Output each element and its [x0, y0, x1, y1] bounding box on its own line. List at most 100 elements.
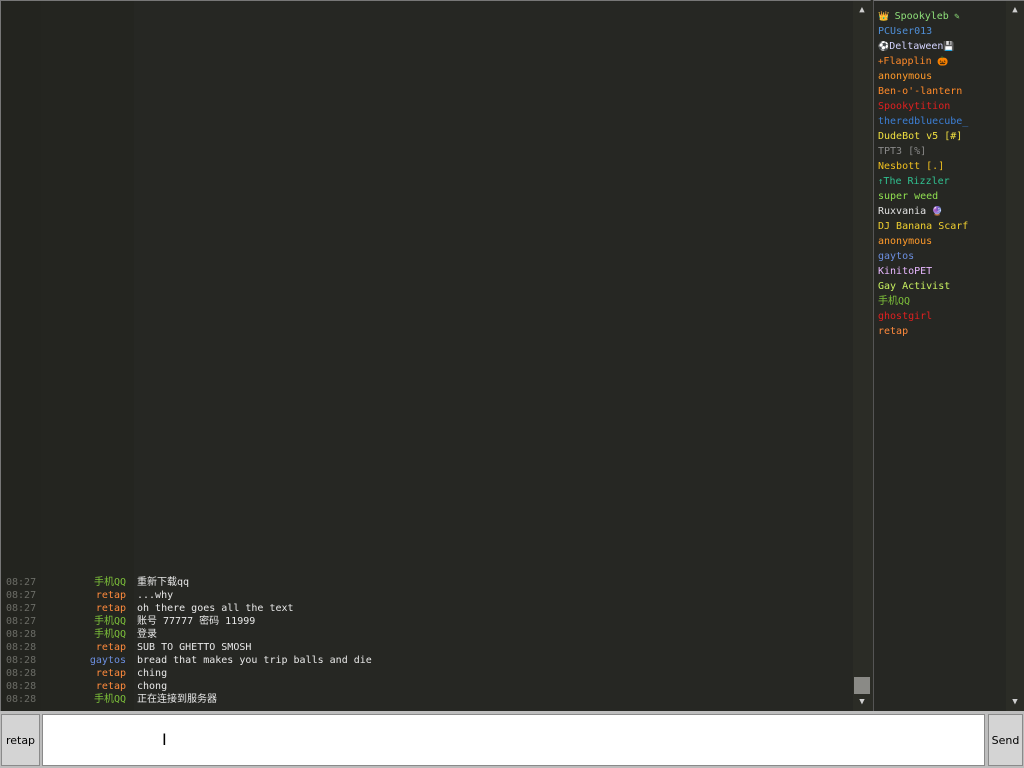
user-list-item[interactable]: 手机QQ: [878, 294, 1006, 309]
chat-message: 08:28 retap chong: [1, 680, 853, 693]
user-list-item[interactable]: PCUser013: [878, 24, 1006, 39]
message-time: 08:28: [6, 668, 37, 679]
user-name: anonymous: [878, 71, 933, 82]
user-name: Spookytition: [878, 101, 951, 112]
user-name: DJ Banana Scarf: [878, 221, 969, 232]
message-input[interactable]: I: [42, 714, 985, 766]
user-name: Ruxvania: [878, 206, 927, 217]
user-name: super weed: [878, 191, 939, 202]
send-button[interactable]: Send: [988, 714, 1023, 766]
user-name: TPT3 [%]: [878, 146, 927, 157]
message-time: 08:28: [6, 681, 37, 692]
message-text: SUB TO GHETTO SMOSH: [137, 642, 252, 653]
scroll-up-arrow-icon[interactable]: ▲: [1006, 3, 1024, 17]
user-list-item[interactable]: ⚽Deltaween💾: [878, 39, 1006, 54]
user-name: Spookyleb: [894, 11, 949, 22]
chat-scrollbar-thumb[interactable]: [854, 677, 870, 694]
user-list-item[interactable]: Gay Activist: [878, 279, 1006, 294]
text-cursor-icon: I: [162, 730, 167, 749]
message-author[interactable]: retap: [96, 589, 126, 602]
user-name: ghostgirl: [878, 311, 933, 322]
user-list-item[interactable]: ↑The Rizzler: [878, 174, 1006, 189]
scroll-down-arrow-icon[interactable]: ▼: [853, 695, 871, 709]
user-list-item[interactable]: ghostgirl: [878, 309, 1006, 324]
user-list-item[interactable]: 👑 Spookyleb ✎: [878, 9, 1006, 24]
user-list-item[interactable]: KinitoPET: [878, 264, 1006, 279]
user-list-item[interactable]: super weed: [878, 189, 1006, 204]
chat-message: 08:28 retap ching: [1, 667, 853, 680]
chat-scrollbar[interactable]: ▲ ▼: [853, 1, 871, 711]
user-name: DudeBot v5 [#]: [878, 131, 963, 142]
user-name: Deltaween: [889, 41, 944, 52]
user-list-item[interactable]: Spookytition: [878, 99, 1006, 114]
message-list: 08:27 手机QQ 重新下载qq 08:27 retap ...why 08:27 reta…: [1, 576, 853, 706]
user-name: anonymous: [878, 236, 933, 247]
message-author[interactable]: 手机QQ: [94, 693, 126, 706]
user-list-item[interactable]: theredbluecube_: [878, 114, 1006, 129]
user-scrollbar[interactable]: ▲ ▼: [1006, 1, 1024, 711]
message-author[interactable]: retap: [96, 680, 126, 693]
message-author[interactable]: retap: [96, 602, 126, 615]
message-text: chong: [137, 681, 168, 692]
user-name: Gay Activist: [878, 281, 951, 292]
user-name: PCUser013: [878, 26, 933, 37]
chat-message: 08:27 手机QQ 重新下载qq: [1, 576, 853, 589]
user-list-item[interactable]: anonymous: [878, 69, 1006, 84]
user-name: Ben-o'-lantern: [878, 86, 963, 97]
user-list-item[interactable]: anonymous: [878, 234, 1006, 249]
chat-message: 08:27 手机QQ 账号 77777 密码 11999: [1, 615, 853, 628]
message-time: 08:28: [6, 642, 37, 653]
user-list-item[interactable]: Ruxvania 🔮: [878, 204, 1006, 219]
user-name: theredbluecube_: [878, 116, 969, 127]
user-badge-icon: ⚽: [878, 42, 890, 52]
user-status-icon: 🔮: [926, 207, 943, 217]
message-text: 账号 77777 密码 11999: [137, 616, 256, 627]
message-time: 08:27: [6, 577, 37, 588]
user-name: gaytos: [878, 251, 915, 262]
message-author[interactable]: retap: [96, 641, 126, 654]
chat-message: 08:27 retap ...why: [1, 589, 853, 602]
chat-panel: 08:27 手机QQ 重新下载qq 08:27 retap ...why 08:27 reta…: [0, 0, 871, 711]
user-status-icon: ✎: [948, 12, 960, 22]
message-time: 08:27: [6, 590, 37, 601]
user-list-item[interactable]: Ben-o'-lantern: [878, 84, 1006, 99]
user-name: retap: [878, 326, 909, 337]
message-text: oh there goes all the text: [137, 603, 294, 614]
user-name: The Rizzler: [883, 176, 950, 187]
chat-message: 08:28 手机QQ 登录: [1, 628, 853, 641]
user-badge-icon: 👑: [878, 12, 895, 22]
message-author[interactable]: gaytos: [90, 654, 126, 667]
user-list-item[interactable]: Nesbott [.]: [878, 159, 1006, 174]
message-author[interactable]: retap: [96, 667, 126, 680]
user-list-item[interactable]: gaytos: [878, 249, 1006, 264]
message-author[interactable]: 手机QQ: [94, 615, 126, 628]
user-list-item[interactable]: +Flapplin 🎃: [878, 54, 1006, 69]
message-text: ...why: [137, 590, 174, 601]
chat-message: 08:28 gaytos bread that makes you trip bal…: [1, 654, 853, 667]
scroll-up-arrow-icon[interactable]: ▲: [853, 3, 871, 17]
chat-message: 08:28 手机QQ 正在连接到服务器: [1, 693, 853, 706]
user-name: 手机QQ: [878, 296, 911, 307]
message-author[interactable]: 手机QQ: [94, 576, 126, 589]
message-text: 登录: [137, 629, 157, 640]
message-text: bread that makes you trip balls and die: [137, 655, 372, 666]
message-time: 08:28: [6, 655, 37, 666]
user-status-icon: 💾: [943, 42, 955, 52]
user-list-item[interactable]: DudeBot v5 [#]: [878, 129, 1006, 144]
nickname-button[interactable]: retap: [1, 714, 40, 766]
message-time: 08:28: [6, 629, 37, 640]
user-name: Flapplin: [883, 56, 932, 67]
scroll-down-arrow-icon[interactable]: ▼: [1006, 695, 1024, 709]
user-list: 👑 Spookyleb ✎ PCUser013 ⚽Deltaween💾 +Flappl…: [878, 9, 1006, 339]
user-list-item[interactable]: TPT3 [%]: [878, 144, 1006, 159]
message-text: ching: [137, 668, 168, 679]
user-list-panel: 👑 Spookyleb ✎ PCUser013 ⚽Deltaween💾 +Flappl…: [873, 0, 1024, 711]
input-bar: retap I Send: [0, 711, 1024, 768]
message-author[interactable]: 手机QQ: [94, 628, 126, 641]
message-time: 08:27: [6, 616, 37, 627]
message-time: 08:28: [6, 694, 37, 705]
user-list-item[interactable]: DJ Banana Scarf: [878, 219, 1006, 234]
user-status-icon: 🎃: [931, 57, 949, 67]
user-list-item[interactable]: retap: [878, 324, 1006, 339]
message-text: 重新下载qq: [137, 577, 190, 588]
